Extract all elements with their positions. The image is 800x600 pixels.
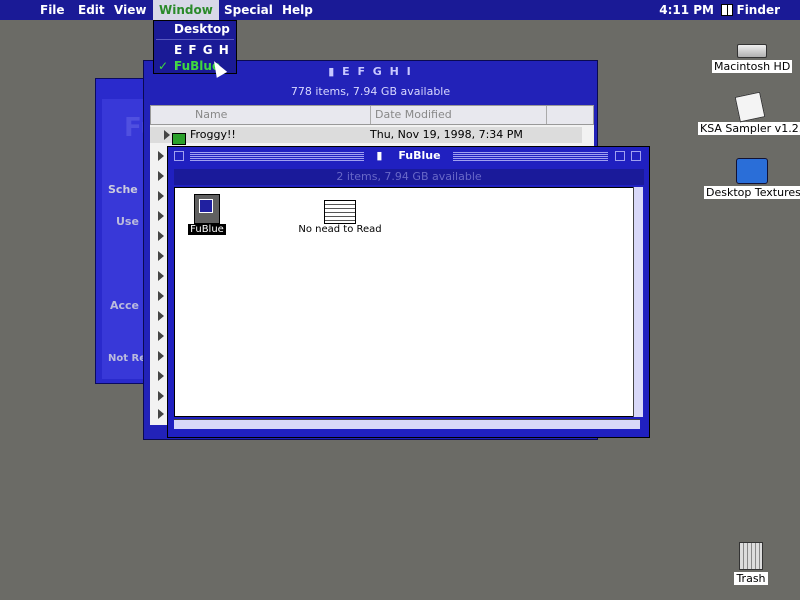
disclosure-triangle-icon[interactable] [158,171,164,181]
menu-window[interactable]: Window [153,0,219,20]
window-menu-dropdown: Desktop E F G H I ✓ FuBlue [153,20,237,74]
disclosure-triangle-icon[interactable] [158,391,164,401]
disclosure-triangle-icon[interactable] [164,130,170,140]
list-row-name: Froggy!! [190,128,236,141]
folder-icon: ▮ [328,65,343,78]
checkmark-icon: ✓ [158,59,169,73]
fublue-window-content: FuBlue No nead to Read [174,187,634,417]
disclosure-triangle-icon[interactable] [158,409,164,419]
folder-icon [736,158,768,184]
list-row-froggy[interactable]: Froggy!! Thu, Nov 19, 1998, 7:34 PM [150,127,582,143]
fublue-window-info: 2 items, 7.94 GB available [174,169,644,185]
collapse-box-icon[interactable] [631,151,641,161]
background-panel-use-label: Use [116,215,139,228]
menu-view[interactable]: View [108,0,152,20]
fublue-window: ▮ FuBlue 2 items, 7.94 GB available FuBl… [167,146,650,438]
list-row-date: Thu, Nov 19, 1998, 7:34 PM [370,128,523,141]
menu-special[interactable]: Special [218,0,279,20]
column-header-name[interactable]: Name [191,106,371,124]
menu-separator [156,39,234,40]
file-item-label: No nead to Read [298,224,382,235]
disclosure-triangle-icon[interactable] [158,151,164,161]
desktop-icon-desktop-textures[interactable]: Desktop Textures [704,158,800,199]
desktop-icon-trash[interactable]: Trash [728,542,774,585]
efghi-list-header: Name Date Modified [150,105,594,125]
apple-menu-icon[interactable] [12,0,24,20]
background-panel-tab[interactable]: Sche [108,183,138,196]
menu-edit[interactable]: Edit [72,0,111,20]
folder-icon: ▮ [370,149,393,162]
efghi-window-info: 778 items, 7.94 GB available [290,85,451,98]
froggy-folder-icon [172,133,186,145]
disclosure-triangle-icon[interactable] [158,291,164,301]
efghi-window-title-label: E F G H I [342,65,413,78]
desktop-icon-ksa-sampler[interactable]: KSA Sampler v1.2.1 [698,91,800,135]
disclosure-triangle-icon[interactable] [158,371,164,381]
file-item-fublue[interactable]: FuBlue [185,194,229,235]
disclosure-triangle-icon[interactable] [158,191,164,201]
disclosure-triangle-icon[interactable] [158,211,164,221]
menu-bar: File Edit View Window Special Help 4:11 … [0,0,800,20]
disclosure-triangle-icon[interactable] [158,271,164,281]
file-item-no-nead-to-read[interactable]: No nead to Read [295,200,385,235]
trash-icon [739,542,763,570]
menu-help[interactable]: Help [276,0,319,20]
application-menu-label: Finder [736,3,781,17]
menu-file[interactable]: File [34,0,71,20]
disclosure-triangle-icon[interactable] [158,311,164,321]
fublue-window-titlebar[interactable]: ▮ FuBlue [168,147,649,165]
desktop-icon-label: Trash [734,572,768,585]
fublue-doc-icon [194,194,220,224]
vertical-scrollbar[interactable] [633,187,643,417]
disclosure-triangle-icon[interactable] [158,331,164,341]
application-menu[interactable]: Finder [715,0,787,20]
file-item-label: FuBlue [188,224,226,235]
disclosure-triangle-icon[interactable] [158,251,164,261]
disclosure-triangle-icon[interactable] [158,231,164,241]
background-panel-status: Not Re [108,353,146,364]
note-icon [324,200,356,224]
finder-icon [720,4,733,16]
window-menu-item-efghi[interactable]: E F G H I [154,42,236,73]
zoom-box-icon[interactable] [615,151,625,161]
background-panel-acce-label: Acce [110,299,140,312]
desktop-icon-label: Desktop Textures [704,186,800,199]
horizontal-scrollbar[interactable] [174,419,640,429]
fublue-window-title-label: FuBlue [392,149,447,162]
menu-clock[interactable]: 4:11 PM [653,0,720,20]
column-header-date[interactable]: Date Modified [371,106,547,124]
desktop-icon-label: Macintosh HD [712,60,793,73]
disclosure-triangle-icon[interactable] [158,351,164,361]
window-menu-item-desktop[interactable]: Desktop [154,21,236,37]
fublue-window-title: ▮ FuBlue [168,147,649,165]
hard-disk-icon [737,44,767,58]
desktop-icon-macintosh-hd[interactable]: Macintosh HD [712,44,793,73]
ksa-sampler-icon [734,91,766,123]
desktop-icon-label: KSA Sampler v1.2.1 [698,122,800,135]
